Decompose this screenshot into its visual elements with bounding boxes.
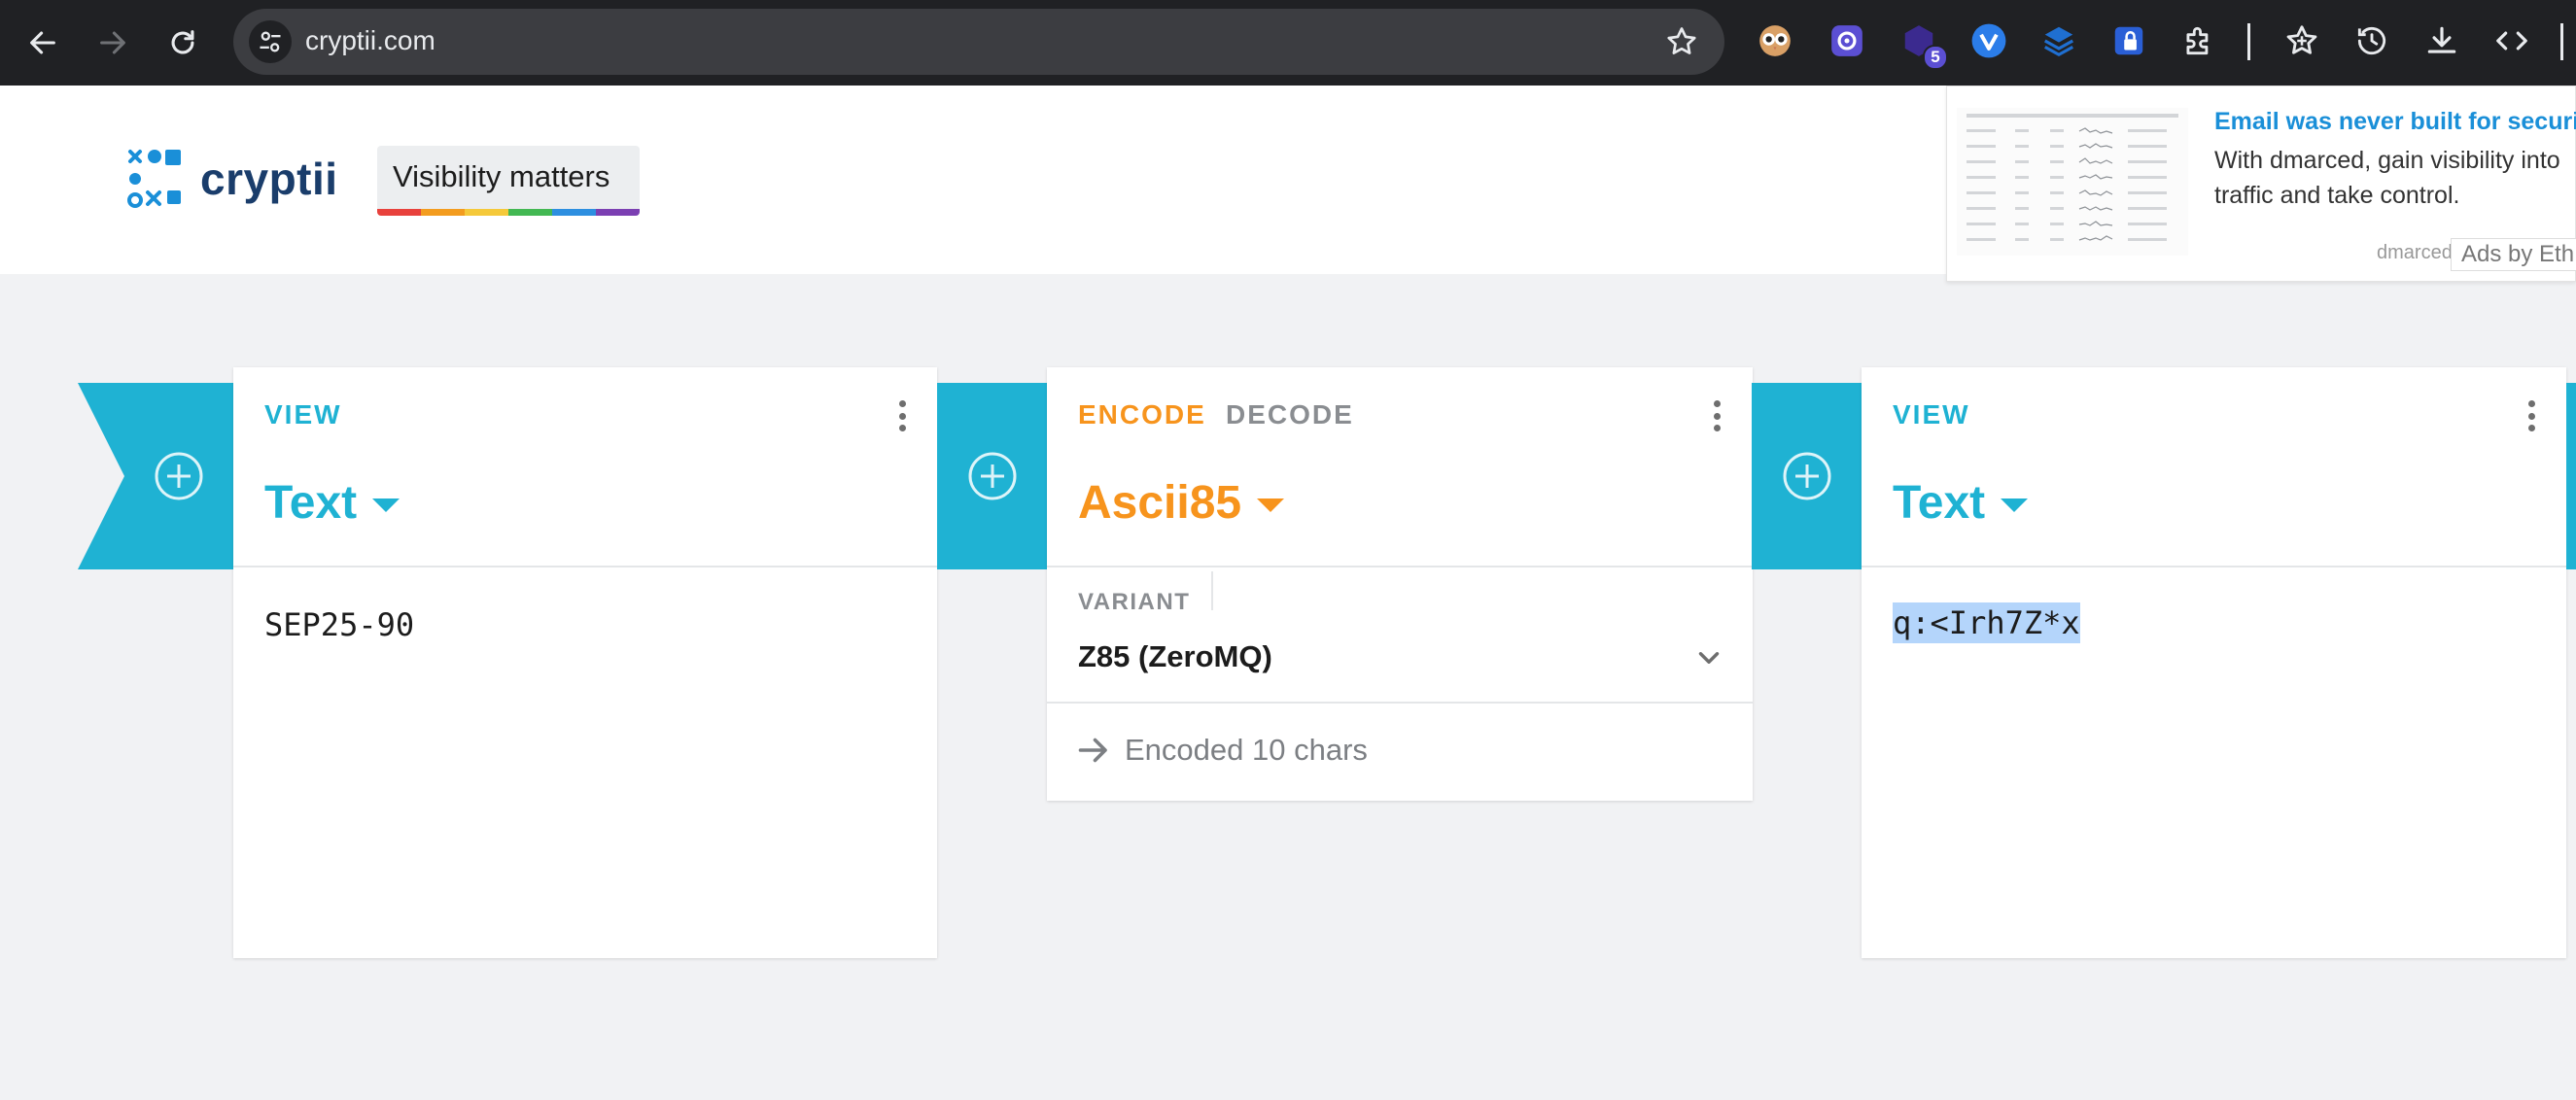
- browser-toolbar: cryptii.com 5: [0, 0, 2576, 86]
- slogan-badge: Visibility matters: [377, 146, 640, 216]
- pride-stripe-segment: [465, 209, 508, 216]
- arrow-right-icon: [1078, 738, 1107, 763]
- view-type-title: Text: [1893, 477, 1986, 529]
- reload-icon: [171, 30, 194, 54]
- pride-stripe-segment: [508, 209, 552, 216]
- variant-label-divider: [1211, 571, 1213, 610]
- caret-down-icon: [372, 498, 400, 512]
- logo-text: cryptii: [200, 154, 338, 204]
- cryptii-logo[interactable]: cryptii: [126, 148, 338, 210]
- more-options-icon[interactable]: [1707, 396, 1726, 435]
- site-info-button[interactable]: [249, 20, 292, 63]
- history-icon[interactable]: [2352, 21, 2391, 60]
- input-view-card: [233, 367, 937, 958]
- more-options-icon[interactable]: [2522, 396, 2541, 435]
- ad-title[interactable]: Email was never built for securit: [2214, 108, 2576, 136]
- card-header: [233, 367, 937, 567]
- extension-hexagon-icon[interactable]: 5: [1899, 21, 1948, 70]
- extension-gear-icon[interactable]: [1828, 21, 1866, 60]
- extension-v-icon[interactable]: [1969, 21, 2008, 60]
- pride-stripe-segment: [552, 209, 596, 216]
- tune-icon: [260, 31, 281, 52]
- toolbar-divider: [2247, 23, 2250, 60]
- card-header: [1047, 367, 1753, 567]
- toolbar-divider-right: [2560, 23, 2563, 60]
- back-button[interactable]: [19, 19, 66, 66]
- decode-tab[interactable]: DECODE: [1226, 399, 1354, 430]
- address-bar[interactable]: cryptii.com: [233, 9, 1724, 75]
- extension-lock-icon[interactable]: [2109, 21, 2148, 60]
- card-header: [1862, 367, 2566, 567]
- arrow-left-icon: [30, 31, 55, 54]
- add-brick-button[interactable]: [154, 451, 204, 501]
- extension-owl-icon[interactable]: [1756, 21, 1794, 60]
- caret-down-icon: [1257, 498, 1285, 512]
- output-textarea[interactable]: q:<Irh7Z*x: [1893, 602, 2080, 643]
- arrow-right-icon: [100, 31, 125, 54]
- add-brick-button[interactable]: [967, 451, 1018, 501]
- pride-stripe-segment: [421, 209, 465, 216]
- extension-layers-icon[interactable]: [2039, 21, 2078, 60]
- view-label: VIEW: [1893, 399, 1970, 430]
- encoder-status: Encoded 10 chars: [1076, 733, 1368, 768]
- url-text: cryptii.com: [305, 25, 435, 55]
- pride-stripe-segment: [596, 209, 640, 216]
- cryptii-logo-icon: [127, 150, 181, 208]
- input-textarea[interactable]: SEP25-90: [264, 606, 414, 643]
- variant-select[interactable]: Z85 (ZeroMQ): [1078, 634, 1725, 680]
- site-header: cryptii Visibility matters Email was nev…: [0, 86, 2576, 282]
- pride-stripe-segment: [377, 209, 421, 216]
- bookmark-star-icon[interactable]: [1664, 24, 1699, 59]
- pipeline-connector-end: [2566, 383, 2576, 569]
- ad-banner[interactable]: Email was never built for securit With d…: [1946, 86, 2576, 282]
- add-brick-button[interactable]: [1782, 451, 1832, 501]
- view-label: VIEW: [264, 399, 342, 430]
- ads-by-label[interactable]: Ads by Eth: [2451, 238, 2576, 271]
- reading-list-star-icon[interactable]: [2282, 21, 2321, 60]
- download-icon[interactable]: [2422, 21, 2461, 60]
- encoder-type-select[interactable]: Ascii85: [1078, 476, 1285, 530]
- encoder-status-text: Encoded 10 chars: [1125, 733, 1368, 767]
- encode-tab[interactable]: ENCODE: [1078, 399, 1206, 430]
- variant-value: Z85 (ZeroMQ): [1078, 639, 1272, 673]
- settings-divider: [1047, 702, 1753, 704]
- encoder-title: Ascii85: [1078, 477, 1242, 529]
- chevron-down-icon: [1698, 652, 1720, 664]
- slogan-text: Visibility matters: [393, 159, 610, 193]
- caret-down-icon: [2001, 498, 2029, 512]
- view-type-select[interactable]: Text: [1893, 476, 2029, 530]
- extensions-puzzle-icon[interactable]: [2179, 21, 2218, 60]
- view-type-select[interactable]: Text: [264, 476, 400, 530]
- output-view-card: [1862, 367, 2566, 958]
- more-options-icon[interactable]: [892, 396, 912, 435]
- devtools-code-icon[interactable]: [2492, 21, 2531, 60]
- pride-stripe: [377, 209, 640, 216]
- ad-body: With dmarced, gain visibility into traff…: [2214, 147, 2560, 209]
- forward-button[interactable]: [89, 19, 136, 66]
- reload-button[interactable]: [159, 19, 206, 66]
- variant-label: VARIANT: [1078, 589, 1191, 615]
- extension-badge: 5: [1923, 45, 1948, 70]
- view-type-title: Text: [264, 477, 358, 529]
- ad-thumbnail-image: [1957, 108, 2188, 256]
